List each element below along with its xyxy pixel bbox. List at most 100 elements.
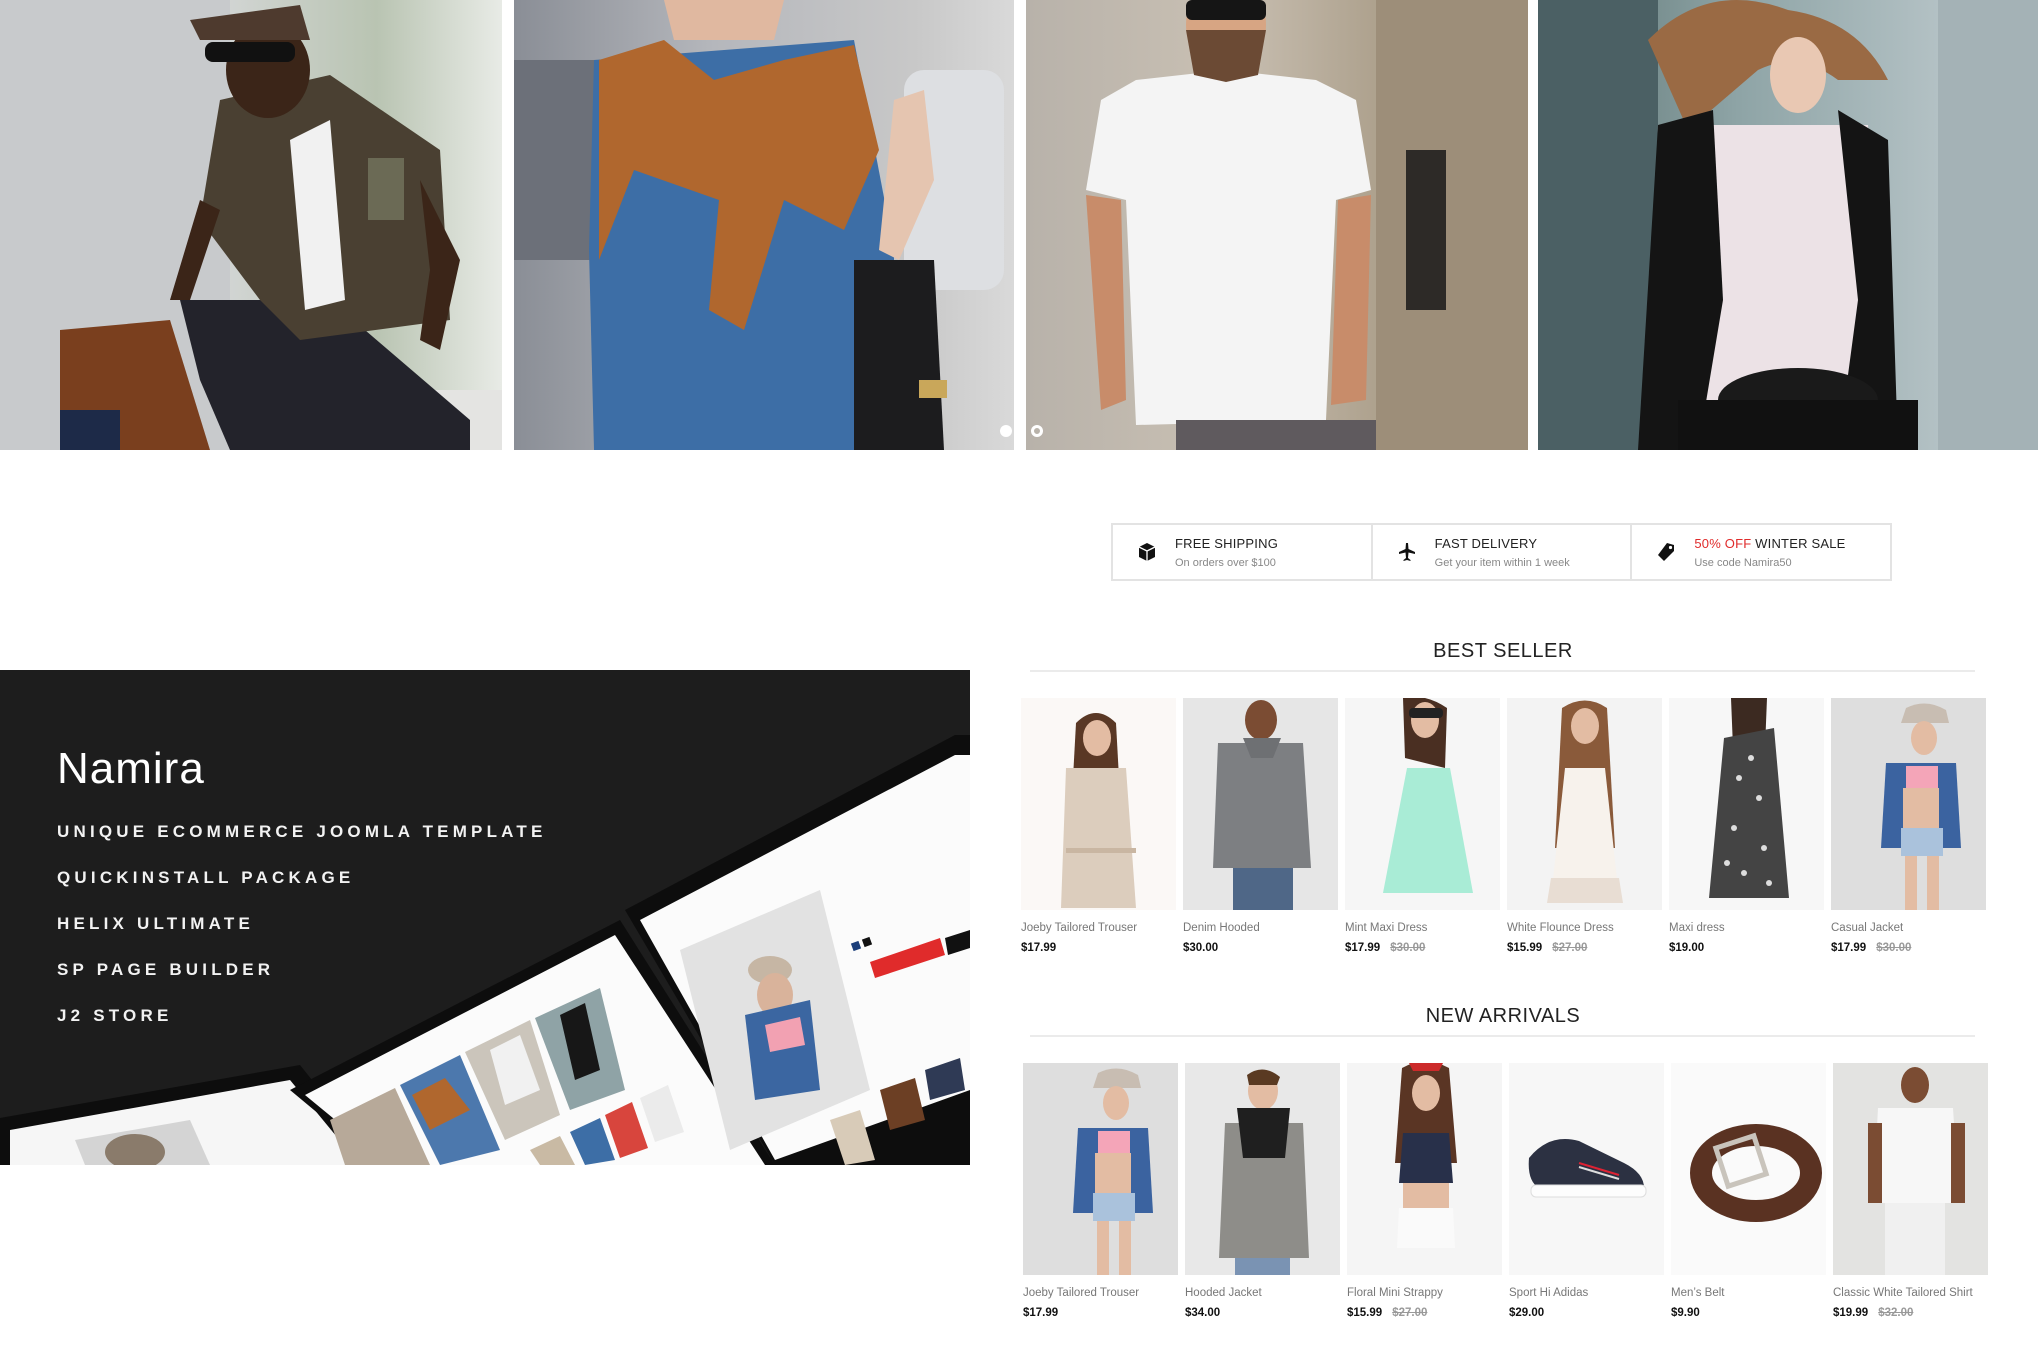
product-name[interactable]: Denim Hooded [1183, 922, 1338, 934]
product-name[interactable]: Sport Hi Adidas [1509, 1287, 1664, 1299]
hero-image-man-white-tshirt [1086, 0, 1528, 450]
product-name[interactable]: Men’s Belt [1671, 1287, 1826, 1299]
current-price: $19.00 [1669, 942, 1705, 954]
product-image[interactable] [1509, 1063, 1664, 1275]
hero-image-woman-denim-dress [514, 0, 1004, 450]
tag-icon [1654, 540, 1678, 564]
product-name[interactable]: Joeby Tailored Trouser [1023, 1287, 1178, 1299]
product-price: $29.00 [1509, 1307, 1664, 1319]
product-card[interactable]: Men’s Belt $9.90 [1671, 1063, 1826, 1319]
product-image[interactable] [1183, 698, 1338, 910]
hero-slide-3[interactable] [1026, 0, 1528, 450]
feature-fast-delivery: FAST DELIVERY Get your item within 1 wee… [1373, 525, 1633, 579]
hero-slide-1[interactable] [0, 0, 502, 450]
product-price: $30.00 [1183, 942, 1338, 954]
old-price: $27.00 [1392, 1307, 1428, 1319]
features-bar: FREE SHIPPING On orders over $100 FAST D… [1111, 523, 1892, 581]
current-price: $17.99 [1023, 1307, 1059, 1319]
section-title: BEST SELLER [1433, 640, 1573, 662]
product-image[interactable] [1021, 698, 1176, 910]
hero-image-man-olive-shirt [0, 0, 502, 450]
promo-feature-line: HELIX ULTIMATE [57, 914, 254, 933]
product-image[interactable] [1833, 1063, 1988, 1275]
product-image[interactable] [1185, 1063, 1340, 1275]
current-price: $17.99 [1345, 942, 1381, 954]
product-card[interactable]: Joeby Tailored Trouser $17.99 [1021, 698, 1176, 954]
product-card[interactable]: Joeby Tailored Trouser $17.99 [1023, 1063, 1178, 1319]
slider-dot-1[interactable] [1000, 425, 1012, 437]
hero-image-woman-black-vest [1538, 0, 2038, 450]
product-image[interactable] [1347, 1063, 1502, 1275]
feature-title: FREE SHIPPING [1175, 535, 1279, 551]
product-name[interactable]: White Flounce Dress [1507, 922, 1662, 934]
product-card[interactable]: Mint Maxi Dress $17.99 $30.00 [1345, 698, 1500, 954]
section-title: NEW ARRIVALS [1425, 1005, 1581, 1027]
product-image[interactable] [1023, 1063, 1178, 1275]
product-image[interactable] [1345, 698, 1500, 910]
product-price: $17.99 [1023, 1307, 1178, 1319]
best-seller-section: BEST SELLER Joeby Tailored Trouser $17.99… [1021, 640, 1986, 980]
current-price: $9.90 [1671, 1307, 1700, 1319]
current-price: $15.99 [1347, 1307, 1383, 1319]
product-image[interactable] [1831, 698, 1986, 910]
product-price: $19.99 $32.00 [1833, 1307, 1988, 1319]
best-seller-grid: Joeby Tailored Trouser $17.99 Denim Hoode… [1021, 698, 1986, 954]
hero-slider [0, 0, 2038, 450]
old-price: $27.00 [1552, 942, 1588, 954]
hero-slide-4[interactable] [1538, 0, 2038, 450]
product-name[interactable]: Hooded Jacket [1185, 1287, 1340, 1299]
feature-title: FAST DELIVERY [1434, 535, 1538, 551]
product-card[interactable]: Denim Hooded $30.00 [1183, 698, 1338, 954]
current-price: $15.99 [1507, 942, 1543, 954]
promo-banner[interactable]: Namira UNIQUE ECOMMERCE JOOMLA TEMPLATE … [0, 670, 970, 1165]
product-price: $17.99 $30.00 [1345, 942, 1500, 954]
current-price: $30.00 [1183, 942, 1219, 954]
product-price: $34.00 [1185, 1307, 1340, 1319]
product-name[interactable]: Maxi dress [1669, 922, 1824, 934]
new-arrivals-section: NEW ARRIVALS Joeby Tailored Trouser $17.9… [1023, 1005, 1988, 1345]
feature-subtitle: On orders over $100 [1175, 556, 1276, 569]
old-price: $32.00 [1878, 1307, 1914, 1319]
promo-feature-line: QUICKINSTALL PACKAGE [57, 868, 355, 887]
promo-feature-line: J2 STORE [57, 1006, 173, 1025]
old-price: $30.00 [1876, 942, 1912, 954]
product-price: $9.90 [1671, 1307, 1826, 1319]
feature-title: 50% OFF WINTER SALE [1694, 535, 1846, 551]
feature-subtitle: Get your item within 1 week [1434, 556, 1570, 569]
product-name[interactable]: Casual Jacket [1831, 922, 1986, 934]
current-price: $34.00 [1185, 1307, 1221, 1319]
product-image[interactable] [1671, 1063, 1826, 1275]
hero-slide-2[interactable] [514, 0, 1014, 450]
product-name[interactable]: Floral Mini Strappy [1347, 1287, 1502, 1299]
product-price: $15.99 $27.00 [1507, 942, 1662, 954]
slider-dot-2[interactable] [1031, 425, 1043, 437]
product-name[interactable]: Mint Maxi Dress [1345, 922, 1500, 934]
product-price: $17.99 $30.00 [1831, 942, 1986, 954]
section-divider [1030, 1035, 1975, 1037]
airplane-icon [1395, 540, 1419, 564]
product-card[interactable]: Floral Mini Strappy $15.99 $27.00 [1347, 1063, 1502, 1319]
product-price: $17.99 [1021, 942, 1176, 954]
feature-free-shipping: FREE SHIPPING On orders over $100 [1113, 525, 1373, 579]
promo-title: Namira [57, 744, 205, 793]
new-arrivals-grid: Joeby Tailored Trouser $17.99 Hooded Jack… [1023, 1063, 1988, 1319]
product-card[interactable]: Maxi dress $19.00 [1669, 698, 1824, 954]
box-icon [1135, 540, 1159, 564]
feature-subtitle: Use code Namira50 [1694, 556, 1792, 569]
product-card[interactable]: Casual Jacket $17.99 $30.00 [1831, 698, 1986, 954]
current-price: $17.99 [1831, 942, 1867, 954]
product-card[interactable]: Hooded Jacket $34.00 [1185, 1063, 1340, 1319]
product-image[interactable] [1507, 698, 1662, 910]
product-image[interactable] [1669, 698, 1824, 910]
current-price: $19.99 [1833, 1307, 1869, 1319]
product-card[interactable]: White Flounce Dress $15.99 $27.00 [1507, 698, 1662, 954]
feature-winter-sale: 50% OFF WINTER SALE Use code Namira50 [1632, 525, 1890, 579]
section-divider [1030, 670, 1975, 672]
product-name[interactable]: Joeby Tailored Trouser [1021, 922, 1176, 934]
product-card[interactable]: Classic White Tailored Shirt $19.99 $32.00 [1833, 1063, 1988, 1319]
product-name[interactable]: Classic White Tailored Shirt [1833, 1287, 1988, 1299]
current-price: $17.99 [1021, 942, 1057, 954]
product-card[interactable]: Sport Hi Adidas $29.00 [1509, 1063, 1664, 1319]
old-price: $30.00 [1390, 942, 1426, 954]
promo-feature-line: SP PAGE BUILDER [57, 960, 275, 979]
